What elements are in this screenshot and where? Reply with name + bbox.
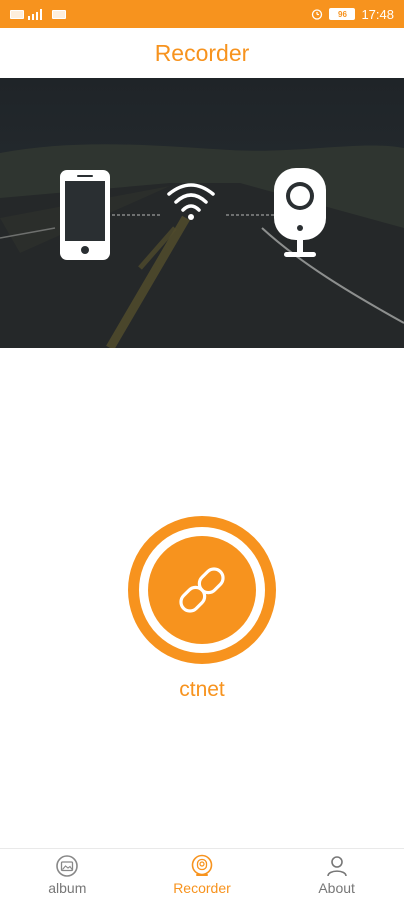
tab-about[interactable]: About bbox=[282, 854, 392, 896]
connect-button[interactable] bbox=[128, 516, 276, 664]
page-title: Recorder bbox=[154, 39, 250, 66]
tab-album-label: album bbox=[48, 879, 87, 896]
bottom-tab-bar: album Recorder About bbox=[0, 848, 404, 900]
wifi-signal-icon bbox=[167, 183, 215, 220]
tab-recorder-label: Recorder bbox=[173, 879, 231, 896]
app-header: Recorder bbox=[0, 28, 404, 78]
battery-icon: 96 bbox=[329, 8, 356, 20]
recorder-icon bbox=[191, 854, 213, 876]
tab-recorder[interactable]: Recorder bbox=[147, 854, 257, 896]
alarm-icon bbox=[312, 9, 323, 20]
tab-about-label: About bbox=[318, 879, 355, 896]
status-left-icons bbox=[10, 8, 66, 20]
phone-icon bbox=[60, 170, 110, 260]
camera-icon bbox=[274, 168, 326, 257]
signal-icon bbox=[28, 8, 42, 20]
sim-icon bbox=[10, 9, 24, 19]
status-time: 17:48 bbox=[361, 6, 394, 22]
link-icon bbox=[179, 567, 225, 613]
link-dashes-left bbox=[112, 214, 160, 216]
connection-banner bbox=[0, 78, 404, 348]
album-icon bbox=[56, 854, 79, 877]
status-right-icons: 96 17:48 bbox=[311, 7, 394, 22]
wifi-icon bbox=[52, 9, 66, 19]
person-icon bbox=[326, 855, 347, 876]
link-dashes-right bbox=[226, 214, 274, 216]
device-name-label: ctnet bbox=[179, 678, 225, 701]
connect-area: ctnet bbox=[0, 348, 404, 848]
status-bar: 96 17:48 bbox=[0, 0, 404, 28]
tab-album[interactable]: album bbox=[12, 854, 122, 896]
connect-button-inner bbox=[148, 536, 256, 644]
